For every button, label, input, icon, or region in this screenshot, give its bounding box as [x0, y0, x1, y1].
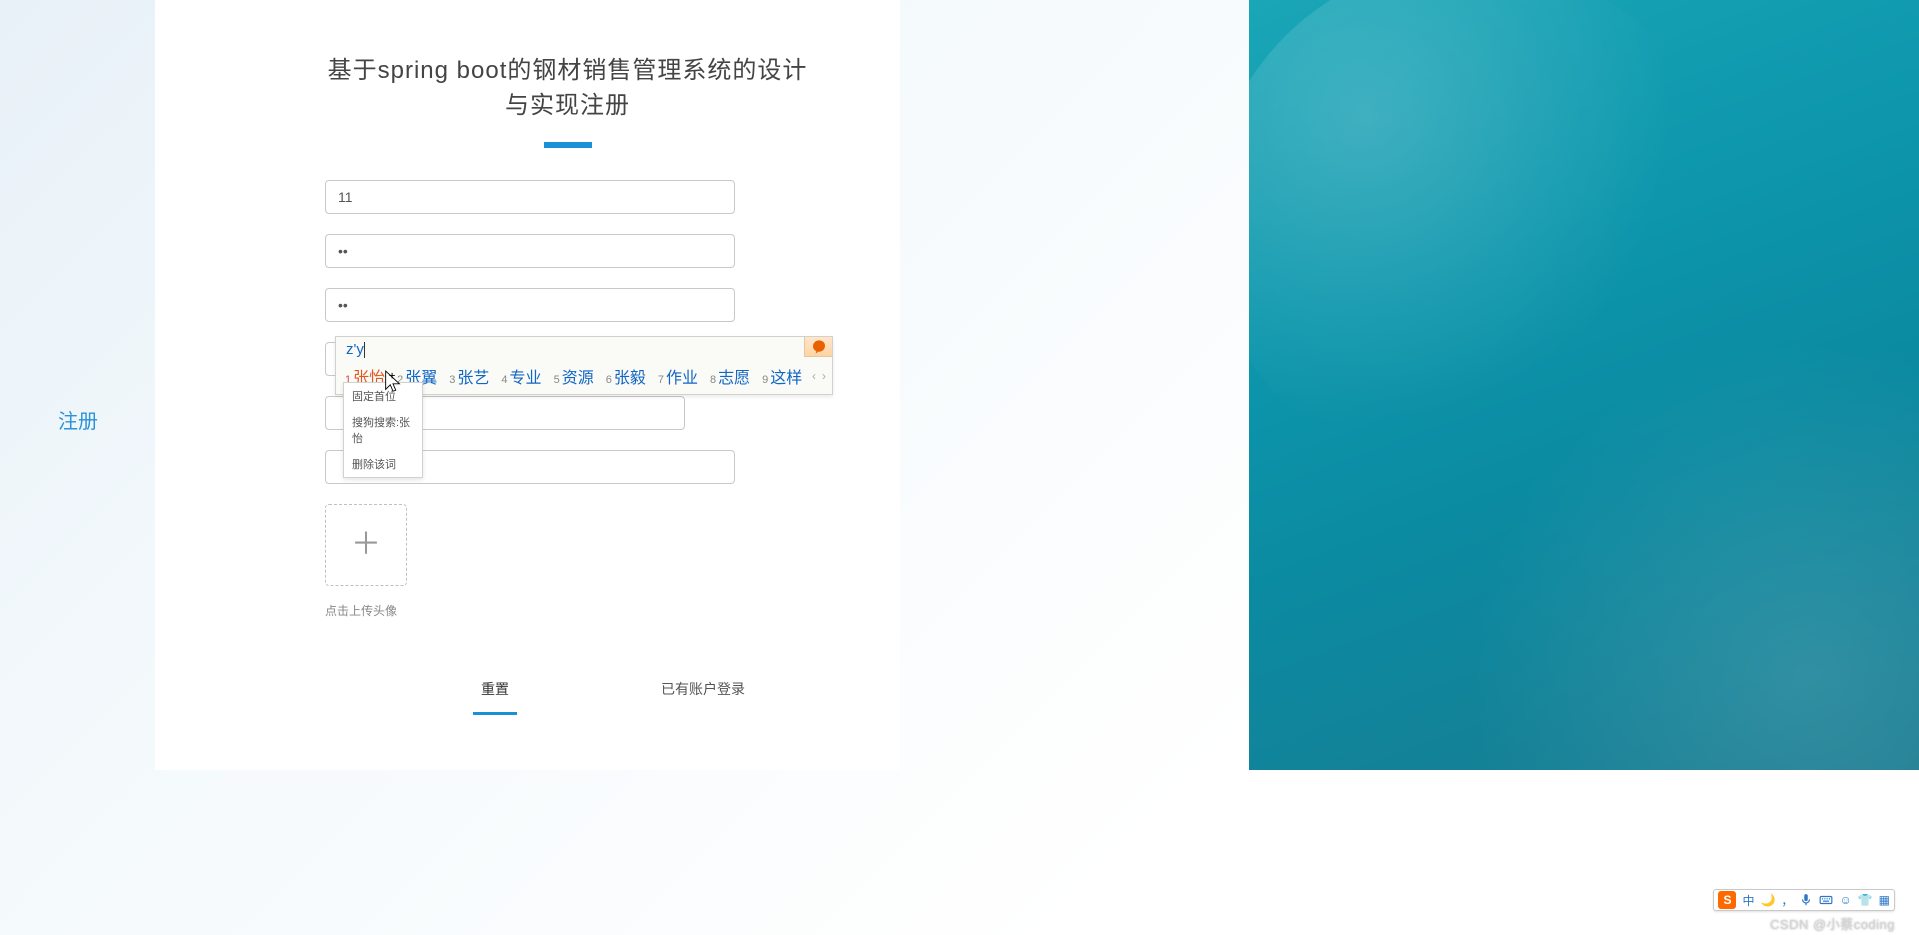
watermark: CSDN @小蔡coding — [1770, 914, 1895, 933]
password-confirm-input[interactable] — [325, 288, 735, 322]
avatar-upload-hint: 点击上传头像 — [325, 602, 810, 619]
ime-punct-toggle[interactable]: ， — [1781, 892, 1793, 909]
ime-toolbox-icon[interactable]: ▦ — [1879, 893, 1890, 907]
ime-lang-toggle[interactable]: 中 — [1742, 892, 1754, 909]
ime-menu-pin[interactable]: 固定首位 — [344, 383, 422, 409]
ime-candidate-9[interactable]: 9这样 — [759, 364, 805, 388]
ime-next-page[interactable]: › — [822, 369, 826, 383]
ime-emoji-icon[interactable]: ☺ — [1839, 893, 1851, 907]
ime-menu-delete[interactable]: 删除该词 — [344, 451, 422, 477]
ime-candidate-6[interactable]: 6张毅 — [603, 364, 649, 388]
side-tab-register: 注册 — [58, 405, 98, 434]
ime-skin-icon[interactable]: 👕 — [1858, 893, 1873, 907]
ime-keyboard-icon[interactable] — [1819, 893, 1833, 907]
password-input[interactable] — [325, 234, 735, 268]
reset-button[interactable]: 重置 — [475, 675, 515, 703]
ime-moon-icon[interactable]: 🌙 — [1760, 893, 1775, 907]
ime-status-bar[interactable]: S 中 🌙 ， ☺ 👕 ▦ — [1713, 889, 1895, 911]
ime-candidate-3[interactable]: 3张艺 — [446, 364, 492, 388]
avatar-upload[interactable]: ＋ — [325, 504, 407, 586]
username-input[interactable] — [325, 180, 735, 214]
ime-candidate-8[interactable]: 8志愿 — [707, 364, 753, 388]
ime-candidate-4[interactable]: 4专业 — [498, 364, 544, 388]
form-actions: 重置 已有账户登录 — [325, 675, 810, 703]
title-underline — [544, 142, 592, 148]
hero-image-panel — [1249, 0, 1919, 770]
sogou-logo-icon[interactable]: S — [1718, 891, 1736, 909]
plus-icon: ＋ — [351, 530, 381, 560]
ime-menu-search[interactable]: 搜狗搜索:张怡 — [344, 409, 422, 451]
ime-prev-page[interactable]: ‹ — [812, 369, 816, 383]
ime-candidate-5[interactable]: 5资源 — [551, 364, 597, 388]
login-link[interactable]: 已有账户登录 — [655, 675, 751, 703]
ime-candidate-7[interactable]: 7作业 — [655, 364, 701, 388]
ime-composition: z'y — [336, 337, 832, 360]
ime-mic-icon[interactable] — [1799, 893, 1813, 907]
page-title: 基于spring boot的钢材销售管理系统的设计与实现注册 — [325, 50, 810, 120]
ime-context-menu: 固定首位 搜狗搜索:张怡 删除该词 — [343, 382, 423, 478]
